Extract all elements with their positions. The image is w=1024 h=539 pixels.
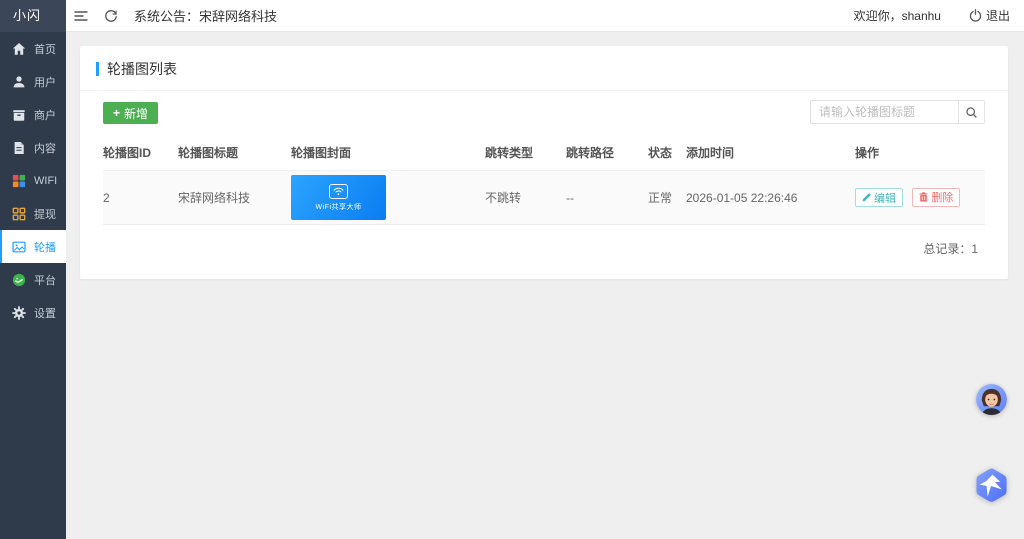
content-icon (11, 140, 26, 155)
col-header-added-time: 添加时间 (686, 146, 735, 160)
title-accent-bar (96, 62, 99, 76)
col-header-title: 轮播图标题 (178, 146, 239, 160)
gear-icon (11, 305, 26, 320)
sidebar-menu: 首页 用户 商户 内容 WIFI 提现 轮播 平台 设置 (0, 32, 66, 329)
welcome-text: 欢迎你，shanhu (853, 9, 941, 23)
sidebar-item-label: 平台 (34, 274, 56, 287)
sidebar-item-platform[interactable]: 平台 (0, 263, 66, 296)
system-announcement: 系统公告：宋辞网络科技 (134, 9, 278, 24)
bird-hexagon-widget[interactable] (972, 467, 1011, 506)
sidebar-item-label: 用户 (34, 76, 56, 89)
topbar: 系统公告：宋辞网络科技 欢迎你，shanhu 退出 (66, 0, 1024, 32)
assistant-avatar[interactable] (976, 384, 1007, 415)
wifi-icon (329, 183, 348, 199)
delete-button[interactable]: 删除 (912, 187, 961, 207)
cell-cover: WiFi共享大师 (291, 170, 485, 225)
sidebar-item-carousel[interactable]: 轮播 (0, 230, 66, 263)
sidebar-item-label: 轮播 (34, 241, 56, 254)
sidebar-item-label: 内容 (34, 142, 56, 155)
power-icon (969, 9, 982, 22)
banner-cover-image[interactable]: WiFi共享大师 (291, 175, 386, 220)
logout-label: 退出 (985, 9, 1010, 23)
add-button-label: 新增 (124, 106, 149, 121)
sidebar-item-wifi[interactable]: WIFI (0, 164, 66, 197)
add-button[interactable]: + 新增 (103, 102, 159, 124)
topbar-right: 欢迎你，shanhu 退出 (854, 7, 1024, 24)
home-icon (11, 41, 26, 56)
carousel-list-card: 轮播图列表 + 新增 轮播图ID 轮播图标题 轮播图封面 跳转类型 跳转路径 状 (80, 46, 1008, 279)
user-icon (11, 74, 26, 89)
col-header-actions: 操作 (855, 146, 880, 160)
col-header-jump-type: 跳转类型 (485, 146, 534, 160)
platform-icon (11, 272, 26, 287)
sidebar-item-settings[interactable]: 设置 (0, 296, 66, 329)
search-input[interactable] (810, 100, 958, 124)
cell-added-time: 2026-01-05 22:26:46 (686, 170, 855, 225)
merchant-icon (11, 107, 26, 122)
sidebar-item-users[interactable]: 用户 (0, 65, 66, 98)
col-header-id: 轮播图ID (103, 146, 152, 160)
col-header-jump-path: 跳转路径 (566, 146, 615, 160)
sidebar-item-label: WIFI (34, 174, 58, 187)
sidebar-item-home[interactable]: 首页 (0, 32, 66, 65)
cell-actions: 编辑 删除 (855, 170, 985, 225)
sidebar-item-label: 设置 (34, 307, 56, 320)
cell-jump-type: 不跳转 (485, 170, 566, 225)
wifi-grid-icon (11, 173, 26, 188)
plus-icon: + (113, 106, 121, 120)
search-group (810, 100, 985, 124)
card-title: 轮播图列表 (80, 46, 1008, 91)
banner-text: WiFi共享大师 (315, 203, 362, 211)
cell-title: 宋辞网络科技 (178, 170, 291, 225)
carousel-icon (11, 239, 26, 254)
col-header-status: 状态 (648, 146, 673, 160)
total-records: 总记录：1 (923, 242, 978, 256)
cell-jump-path: -- (566, 170, 648, 225)
edit-button[interactable]: 编辑 (855, 188, 903, 208)
app-logo: 小闪 (0, 0, 66, 32)
sidebar: 小闪 首页 用户 商户 内容 WIFI 提现 轮播 平台 设置 (0, 0, 66, 539)
logout-button[interactable]: 退出 (969, 7, 1010, 24)
withdraw-grid-icon (11, 206, 26, 221)
trash-icon (919, 192, 928, 202)
sidebar-item-label: 商户 (34, 109, 56, 122)
toolbar: + 新增 (80, 91, 1008, 134)
col-header-cover: 轮播图封面 (291, 146, 352, 160)
sidebar-item-merchants[interactable]: 商户 (0, 98, 66, 131)
sidebar-item-withdraw[interactable]: 提现 (0, 197, 66, 230)
search-icon (966, 106, 977, 118)
menu-fold-icon[interactable] (66, 0, 96, 32)
delete-button-label: 删除 (931, 192, 954, 205)
pencil-icon (862, 193, 871, 202)
edit-button-label: 编辑 (874, 192, 896, 205)
table-row: 2 宋辞网络科技 WiFi共享大师 不跳转 -- 正常 2026-01-05 2… (103, 170, 985, 225)
table-header-row: 轮播图ID 轮播图标题 轮播图封面 跳转类型 跳转路径 状态 添加时间 操作 (103, 134, 985, 171)
carousel-table: 轮播图ID 轮播图标题 轮播图封面 跳转类型 跳转路径 状态 添加时间 操作 2… (103, 134, 985, 225)
page-title: 轮播图列表 (107, 61, 177, 77)
sidebar-item-content[interactable]: 内容 (0, 131, 66, 164)
sidebar-item-label: 提现 (34, 208, 56, 221)
cell-status: 正常 (648, 170, 686, 225)
sidebar-item-label: 首页 (34, 43, 56, 56)
refresh-icon[interactable] (96, 0, 126, 32)
search-button[interactable] (958, 100, 985, 124)
cell-id: 2 (103, 170, 178, 225)
